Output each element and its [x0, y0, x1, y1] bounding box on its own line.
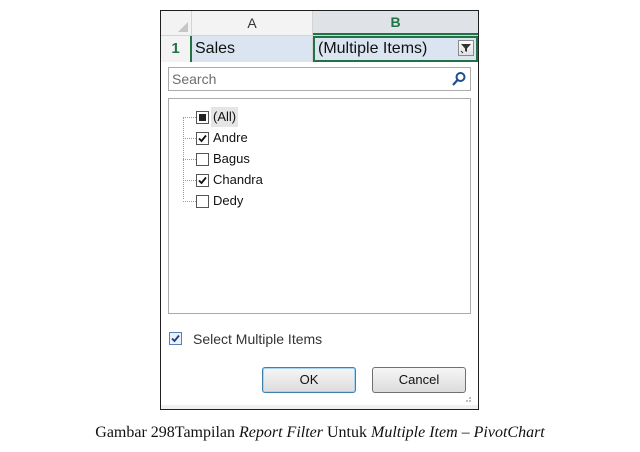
figure-caption: Gambar 298Tampilan Report Filter Untuk M…	[0, 424, 640, 442]
resize-grip-icon[interactable]	[462, 393, 472, 403]
row-header-1[interactable]: 1	[161, 36, 192, 62]
cell-b1-value: (Multiple Items)	[318, 40, 428, 57]
caption-italic-2: Multiple Item – PivotChart	[370, 424, 545, 441]
tree-branch-line	[183, 138, 196, 139]
cancel-button[interactable]: Cancel	[372, 367, 466, 393]
filter-item-label: Dedy	[213, 193, 244, 208]
select-multiple-checkbox[interactable]	[169, 332, 182, 345]
caption-middle: Untuk	[322, 424, 371, 441]
checkmark-icon	[171, 334, 180, 343]
select-all-triangle-icon	[178, 22, 188, 32]
select-multiple-label: Select Multiple Items	[193, 331, 323, 347]
filter-funnel-icon	[460, 44, 471, 54]
search-icon[interactable]	[451, 71, 467, 87]
unchecked-checkbox-icon[interactable]	[196, 195, 209, 208]
filter-dropdown-panel: (All) Andre Bagus Chandra	[165, 65, 474, 405]
tree-connector-line	[183, 117, 184, 199]
column-header-row: A B	[161, 11, 478, 36]
row-1: 1 Sales (Multiple Items)	[161, 36, 478, 62]
ok-button[interactable]: OK	[262, 367, 356, 393]
tree-branch-line	[183, 117, 196, 118]
cell-b1[interactable]: (Multiple Items)	[313, 36, 478, 62]
bottom-strip	[161, 405, 478, 409]
search-input[interactable]	[169, 68, 442, 90]
select-all-corner[interactable]	[161, 11, 192, 35]
filter-item-label: (All)	[211, 107, 239, 127]
unchecked-checkbox-icon[interactable]	[196, 153, 209, 166]
search-box	[168, 67, 471, 91]
tree-branch-line	[183, 180, 196, 181]
partial-checkbox-icon[interactable]	[196, 111, 209, 124]
column-header-a[interactable]: A	[192, 11, 313, 35]
filter-item-label: Andre	[213, 130, 248, 145]
filter-item-label: Bagus	[213, 151, 250, 166]
tree-branch-line	[183, 159, 196, 160]
caption-italic-1: Report Filter	[239, 424, 323, 441]
column-header-b[interactable]: B	[313, 11, 478, 35]
filter-items-list[interactable]: (All) Andre Bagus Chandra Dedy	[168, 98, 471, 314]
select-multiple-items-option[interactable]: Select Multiple Items	[168, 329, 468, 349]
filter-dropdown-button[interactable]	[458, 40, 474, 56]
filter-item-label: Chandra	[213, 172, 263, 187]
cell-a1[interactable]: Sales	[192, 36, 313, 62]
excel-snippet-frame: A B 1 Sales (Multiple Items) Search (All…	[160, 10, 479, 410]
tree-branch-line	[183, 201, 196, 202]
checked-checkbox-icon[interactable]	[196, 174, 209, 187]
caption-prefix: Gambar 298Tampilan	[95, 424, 239, 441]
checked-checkbox-icon[interactable]	[196, 132, 209, 145]
